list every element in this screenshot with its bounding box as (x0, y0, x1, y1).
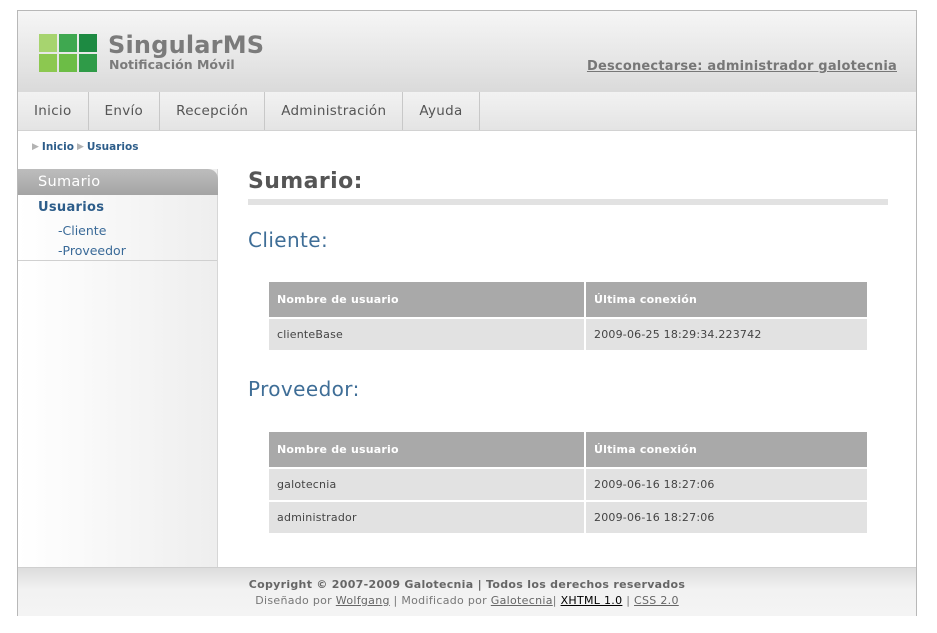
breadcrumb-usuarios[interactable]: Usuarios (87, 141, 139, 153)
section-title-proveedor: Proveedor: (248, 377, 360, 401)
footer-designed-by: Diseñado por (255, 594, 332, 607)
sidebar-item-cliente[interactable]: -Cliente (58, 223, 106, 238)
app-title: SingularMS (108, 31, 265, 59)
sidebar-divider (18, 260, 217, 261)
nav-item-ayuda[interactable]: Ayuda (403, 92, 480, 130)
section-title-cliente: Cliente: (248, 228, 329, 252)
column-header-last-connection: Última conexión (586, 432, 867, 469)
header: SingularMS Notificación Móvil Desconecta… (18, 11, 916, 92)
nav-item-administracion[interactable]: Administración (265, 92, 404, 130)
title-divider (248, 199, 888, 205)
footer-link-css[interactable]: CSS 2.0 (634, 594, 679, 607)
main-nav: Inicio Envío Recepción Administración Ay… (18, 92, 916, 131)
column-header-last-connection: Última conexión (586, 282, 867, 319)
breadcrumb-arrow-icon: ▶ (76, 142, 84, 152)
page-title: Sumario: (248, 169, 363, 194)
table-row: galotecnia 2009-06-16 18:27:06 (269, 469, 867, 502)
footer-link-galotecnia[interactable]: Galotecnia (491, 594, 553, 607)
cell-username: clienteBase (269, 319, 586, 352)
footer-credits: Diseñado por Wolfgang | Modificado por G… (18, 594, 916, 607)
app-subtitle: Notificación Móvil (109, 57, 235, 72)
cell-username: galotecnia (269, 469, 586, 502)
breadcrumb: ▶ Inicio ▶ Usuarios (32, 141, 138, 153)
footer-separator: | (622, 594, 635, 607)
sidebar: Sumario Usuarios -Cliente -Proveedor (18, 169, 218, 567)
footer-separator: | Modificado por (389, 594, 491, 607)
footer-link-xhtml[interactable]: XHTML 1.0 (561, 594, 623, 607)
column-header-username: Nombre de usuario (269, 432, 586, 469)
table-row: clienteBase 2009-06-25 18:29:34.223742 (269, 319, 867, 352)
footer: Copyright © 2007-2009 Galotecnia | Todos… (18, 567, 916, 616)
nav-item-inicio[interactable]: Inicio (18, 92, 89, 130)
table-row: administrador 2009-06-16 18:27:06 (269, 502, 867, 535)
cliente-table: Nombre de usuario Última conexión client… (269, 282, 867, 352)
cell-last-connection: 2009-06-25 18:29:34.223742 (586, 319, 867, 352)
cell-username: administrador (269, 502, 586, 535)
breadcrumb-arrow-icon: ▶ (32, 142, 39, 152)
table-header-row: Nombre de usuario Última conexión (269, 282, 867, 319)
cell-last-connection: 2009-06-16 18:27:06 (586, 502, 867, 535)
nav-item-recepcion[interactable]: Recepción (160, 92, 266, 130)
column-header-username: Nombre de usuario (269, 282, 586, 319)
footer-link-wolfgang[interactable]: Wolfgang (336, 594, 390, 607)
table-header-row: Nombre de usuario Última conexión (269, 432, 867, 469)
singularms-logo-icon (39, 34, 97, 72)
footer-copyright: Copyright © 2007-2009 Galotecnia | Todos… (248, 578, 686, 591)
nav-item-envio[interactable]: Envío (89, 92, 161, 130)
sidebar-item-proveedor[interactable]: -Proveedor (58, 243, 126, 258)
proveedor-table: Nombre de usuario Última conexión galote… (269, 432, 867, 535)
sidebar-heading: Sumario (18, 169, 218, 195)
breadcrumb-inicio[interactable]: Inicio (42, 141, 74, 153)
sidebar-item-usuarios[interactable]: Usuarios (38, 200, 104, 215)
logout-link[interactable]: Desconectarse: administrador galotecnia (587, 59, 897, 74)
page-frame: SingularMS Notificación Móvil Desconecta… (17, 10, 917, 616)
footer-separator: | (552, 594, 561, 607)
cell-last-connection: 2009-06-16 18:27:06 (586, 469, 867, 502)
